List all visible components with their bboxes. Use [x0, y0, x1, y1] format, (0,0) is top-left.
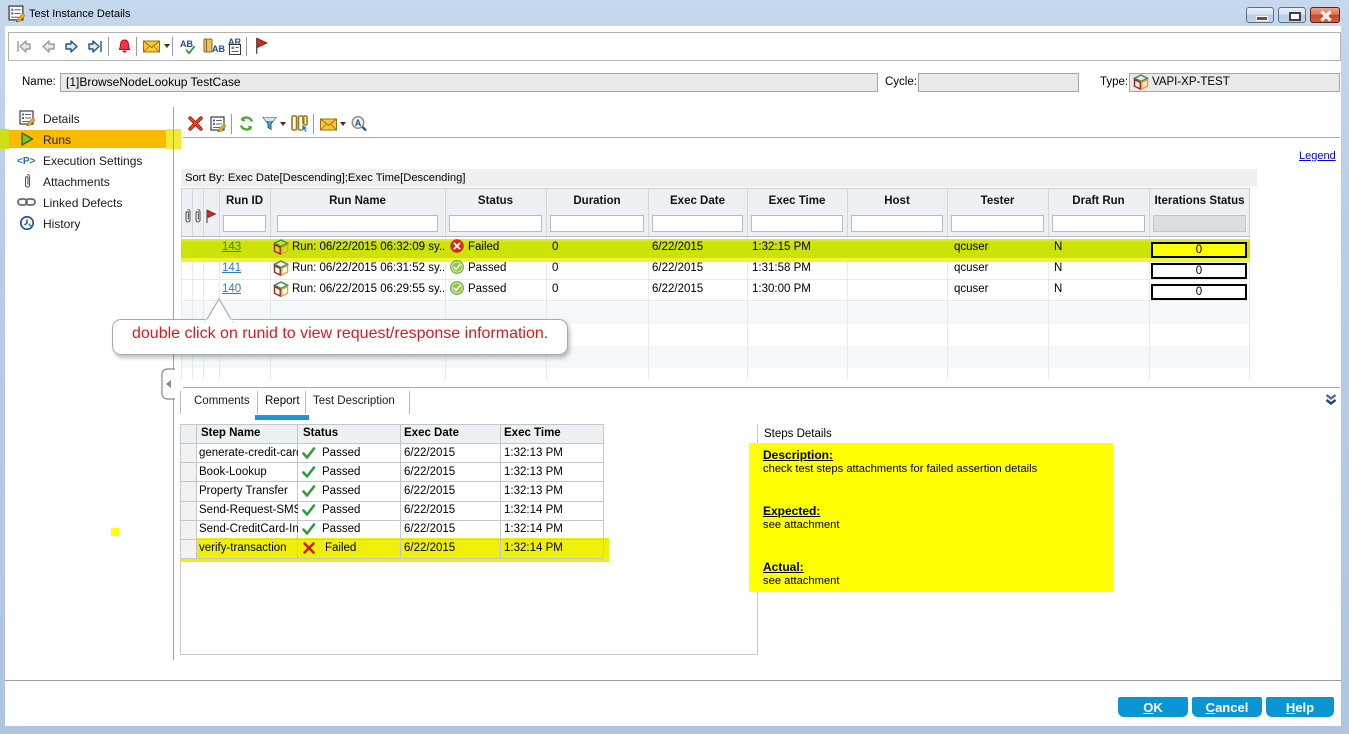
svg-text:A: A [355, 118, 362, 128]
